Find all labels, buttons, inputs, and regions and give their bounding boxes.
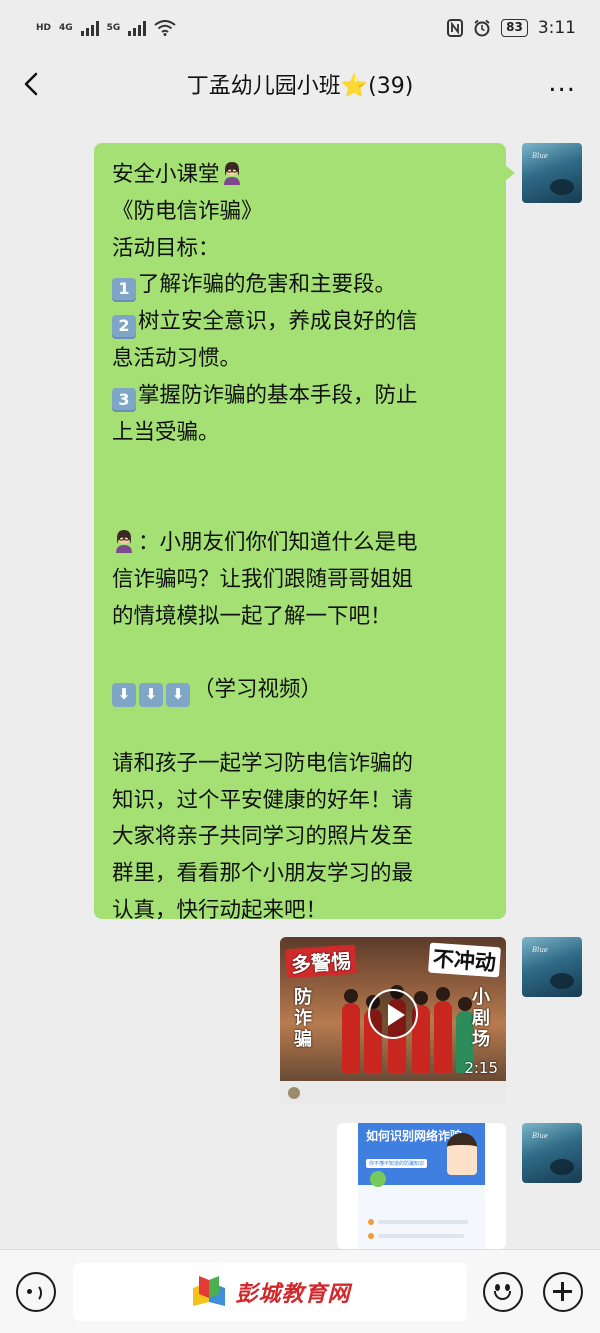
message-line: 上当受骗。 [112, 415, 488, 452]
emoji-icon[interactable] [483, 1272, 523, 1312]
signal-icon-2 [128, 20, 147, 36]
video-banner-left: 多警惕 [285, 944, 357, 979]
message-text: 了解诈骗的危害和主要段。 [138, 272, 397, 298]
image-message[interactable]: 如何识别网络诈骗 你不懂不知道的防骗知识 [337, 1123, 506, 1249]
message-line: 1 了解诈骗的危害和主要段。 [112, 267, 488, 304]
watermark-text: 彭城教育网 [235, 1282, 351, 1307]
message-text: 《防电信诈骗》 [112, 198, 263, 224]
message-line: 2 树立安全意识，养成良好的信 [112, 304, 488, 341]
video-side-left: 防诈骗 [294, 987, 312, 1050]
message-text: 请和孩子一起学习防电信诈骗的 [112, 750, 414, 776]
message-text: 活动目标： [112, 235, 220, 261]
message-text: 群里，看看那个小朋友学习的最 [112, 861, 414, 887]
message-line: 请和孩子一起学习防电信诈骗的 [112, 746, 488, 783]
avatar-fish [550, 1159, 574, 1175]
wifi-icon [154, 20, 176, 36]
message-text: 安全小课堂 [112, 162, 220, 187]
message-line: 认真，快行动起来吧！ [112, 893, 488, 930]
status-left: HD 4G 5G [36, 20, 176, 36]
message-line: 群里，看看那个小朋友学习的最 [112, 856, 488, 893]
message-line: 的情境模拟一起了解一下吧！ [112, 599, 488, 636]
number-keycap-icon: 1 [112, 277, 136, 302]
message-line: 大家将亲子共同学习的照片发至 [112, 819, 488, 856]
message-text: 大家将亲子共同学习的照片发至 [112, 824, 414, 850]
message-line: 知识，过个平安健康的好年！请 [112, 783, 488, 820]
down-arrow-icon: ⬇ [112, 682, 136, 707]
message-text: 知识，过个平安健康的好年！请 [112, 787, 414, 813]
book-logo-icon [193, 1276, 226, 1306]
message-line: 活动目标： [112, 231, 488, 268]
4g-badge: 4G [59, 23, 73, 33]
down-arrow-icon: ⬇ [166, 682, 190, 707]
source-avatar [288, 1087, 300, 1099]
video-banner-right: 不冲动 [428, 942, 501, 978]
poster-subtitle: 你不懂不知道的防骗知识 [366, 1159, 428, 1168]
message-text: 上当受骗。 [112, 419, 220, 445]
chat-header: 丁孟幼儿园小班⭐(39) ... [0, 56, 600, 112]
video-duration: 2:15 [464, 1059, 498, 1077]
poster-image: 如何识别网络诈骗 你不懂不知道的防骗知识 [358, 1123, 485, 1249]
input-toolbar: 彭城教育网 [0, 1249, 600, 1333]
more-options-icon[interactable]: ... [548, 70, 576, 96]
alarm-icon [474, 19, 490, 37]
avatar-fish [550, 179, 574, 195]
number-keycap-icon: 2 [112, 314, 136, 339]
message-line: ：小朋友们你们知道什么是电 [112, 525, 488, 562]
message-text: 树立安全意识，养成良好的信 [138, 309, 418, 335]
avatar-art: Blue [532, 1132, 549, 1140]
video-side-right: 小剧场 [472, 987, 490, 1050]
sender-avatar[interactable]: Blue [522, 937, 582, 997]
message-line [112, 488, 488, 525]
hd-badge: HD [36, 23, 52, 33]
text-message-bubble[interactable]: 安全小课堂 《防电信诈骗》 活动目标： 1 了解诈骗的危害和主要段。 2 树立安全意识，养成… [94, 143, 515, 923]
message-line: 息活动习惯。 [112, 341, 488, 378]
avatar-fish [550, 973, 574, 989]
chat-title: 丁孟幼儿园小班⭐(39) [186, 74, 414, 99]
back-arrow-icon[interactable] [18, 68, 46, 100]
message-line: 3 掌握防诈骗的基本手段，防止 [112, 378, 488, 415]
video-message[interactable]: 多警惕 不冲动 防诈骗 小剧场 2:15 [280, 937, 506, 1105]
voice-input-icon[interactable] [16, 1272, 56, 1312]
status-bar: HD 4G 5G 83 3:11 [0, 0, 600, 56]
message-text: （学习视频） [193, 677, 323, 703]
message-text: 掌握防诈骗的基本手段，防止 [138, 382, 418, 408]
signal-icon [80, 20, 99, 36]
message-text: 认真，快行动起来吧！ [112, 897, 328, 923]
teacher-emoji-icon [112, 529, 138, 555]
message-text: 信诈骗吗？让我们跟随哥哥姐姐 [112, 566, 414, 592]
message-text: 的情境模拟一起了解一下吧！ [112, 603, 392, 629]
message-text: 息活动习惯。 [112, 345, 242, 371]
video-source-footer [280, 1081, 506, 1105]
message-input[interactable]: 彭城教育网 [73, 1263, 467, 1321]
poster-illustration [447, 1133, 477, 1175]
message-line [112, 451, 488, 488]
battery-indicator: 83 [501, 19, 528, 37]
message-line: 《防电信诈骗》 [112, 194, 488, 231]
poster-plus-icon [370, 1171, 386, 1187]
message-line [112, 635, 488, 672]
clock: 3:11 [537, 18, 576, 38]
teacher-emoji-icon [220, 162, 246, 187]
more-functions-icon[interactable] [543, 1272, 583, 1312]
status-right: 83 3:11 [447, 18, 576, 38]
play-icon[interactable] [368, 989, 418, 1039]
message-line: 信诈骗吗？让我们跟随哥哥姐姐 [112, 562, 488, 599]
5g-badge: 5G [106, 23, 121, 33]
message-line: ⬇ ⬇ ⬇ （学习视频） [112, 672, 488, 709]
down-arrow-icon: ⬇ [139, 682, 163, 707]
number-keycap-icon: 3 [112, 388, 136, 413]
nfc-icon [447, 19, 464, 37]
message-line: 安全小课堂 [112, 157, 488, 194]
avatar-art: Blue [532, 152, 549, 160]
avatar-art: Blue [532, 946, 549, 954]
message-line [112, 709, 488, 746]
sender-avatar[interactable]: Blue [522, 143, 582, 203]
message-text: ：小朋友们你们知道什么是电 [138, 529, 418, 555]
sender-avatar[interactable]: Blue [522, 1123, 582, 1183]
